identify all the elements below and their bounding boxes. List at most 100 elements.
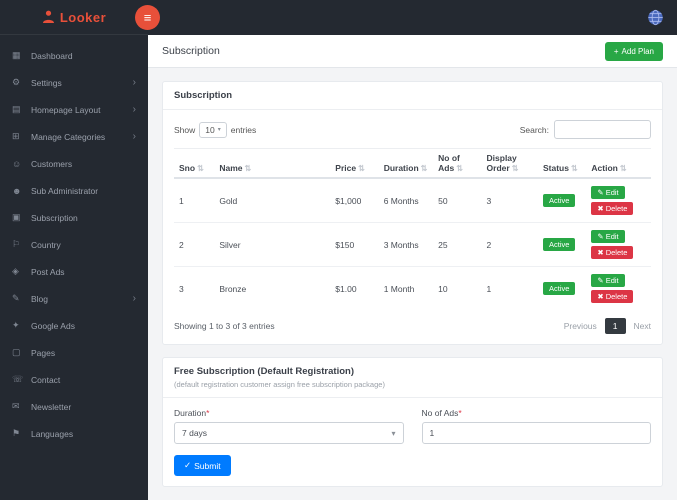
- cell-no-of-ads: 50: [433, 177, 482, 223]
- logo-person-icon: [42, 10, 55, 24]
- entries-select[interactable]: 10 ▾: [199, 121, 227, 138]
- sort-icon: ⇅: [244, 164, 252, 173]
- header-name[interactable]: Name ⇅: [214, 148, 331, 179]
- free-subscription-body: Duration* 7 days ▾ No of Ads* 1 ✓ Submit: [163, 398, 662, 486]
- add-plan-button[interactable]: + Add Plan: [604, 41, 663, 61]
- newsletter-envelope-icon: ✉: [12, 401, 20, 411]
- sub-admin-icon: ☻: [12, 185, 22, 196]
- no-of-ads-input[interactable]: [421, 422, 651, 444]
- duration-label: Duration*: [174, 408, 210, 418]
- main-area: Subscription + Add Plan Subscription Sho…: [148, 35, 677, 500]
- header-price[interactable]: Price ⇅: [330, 148, 379, 179]
- content: Subscription Show 10 ▾ entries Search: S…: [148, 68, 677, 500]
- trash-icon: ✖: [597, 248, 604, 257]
- duration-select[interactable]: 7 days ▾: [174, 422, 404, 444]
- sort-icon: ⇅: [511, 164, 519, 173]
- sort-icon: ⇅: [420, 164, 428, 173]
- chevron-down-icon: ▾: [217, 127, 221, 133]
- cell-price: $150: [330, 222, 379, 267]
- sidebar-item-sub-administrator[interactable]: ☻ Sub Administrator: [0, 177, 148, 204]
- required-asterisk: *: [206, 408, 210, 418]
- sidebar-item-contact[interactable]: ☏ Contact: [0, 366, 148, 393]
- table-row: 2 Silver $150 3 Months 25 2 Active ✎ Edit: [174, 222, 651, 267]
- search-input[interactable]: [554, 120, 651, 139]
- logo[interactable]: Looker: [0, 0, 148, 35]
- sidebar-item-newsletter[interactable]: ✉ Newsletter: [0, 393, 148, 420]
- chevron-right-icon: ›: [132, 77, 136, 88]
- edit-button[interactable]: ✎ Edit: [591, 230, 625, 243]
- search-label: Search:: [519, 124, 549, 135]
- delete-button[interactable]: ✖ Delete: [591, 202, 634, 215]
- trash-icon: ✖: [597, 292, 604, 301]
- layout-icon: ▤: [12, 104, 21, 114]
- blog-icon: ✎: [12, 293, 20, 303]
- sidebar-item-dashboard[interactable]: ▦ Dashboard: [0, 42, 148, 69]
- sidebar-item-google-ads[interactable]: ✦ Google Ads: [0, 312, 148, 339]
- country-flag-icon: ⚐: [12, 239, 21, 249]
- header-status[interactable]: Status ⇅: [538, 148, 587, 179]
- sidebar-item-homepage-layout[interactable]: ▤ Homepage Layout ›: [0, 96, 148, 123]
- sidebar-item-pages[interactable]: ▢ Pages: [0, 339, 148, 366]
- header-duration[interactable]: Duration ⇅: [378, 148, 434, 179]
- languages-icon: ⚑: [12, 428, 21, 438]
- hamburger-menu-icon: ≡: [143, 10, 152, 25]
- chevron-right-icon: ›: [132, 293, 136, 304]
- cell-duration: 1 Month: [378, 266, 434, 310]
- header-sno[interactable]: Sno ⇅: [174, 148, 215, 179]
- sidebar-item-post-ads[interactable]: ◈ Post Ads: [0, 258, 148, 285]
- status-badge: Active: [543, 194, 576, 207]
- cell-sno: 3: [174, 266, 215, 310]
- logo-text: Looker: [59, 9, 107, 25]
- submit-button[interactable]: ✓ Submit: [174, 455, 231, 476]
- sidebar: Looker ▦ Dashboard ⚙ Settings › ▤ Homepa…: [0, 0, 148, 500]
- header-display-order[interactable]: Display Order ⇅: [481, 148, 538, 179]
- delete-button[interactable]: ✖ Delete: [591, 246, 634, 259]
- topbar: [148, 0, 677, 35]
- cell-sno: 2: [174, 222, 215, 267]
- header-action[interactable]: Action ⇅: [586, 148, 651, 179]
- sidebar-item-languages[interactable]: ⚑ Languages: [0, 420, 148, 447]
- free-subscription-title: Free Subscription (Default Registration): [174, 366, 354, 377]
- sidebar-item-subscription[interactable]: ▣ Subscription: [0, 204, 148, 231]
- header-no-of-ads[interactable]: No of Ads ⇅: [433, 148, 482, 179]
- sort-icon: ⇅: [570, 164, 578, 173]
- subscription-card-header: Subscription: [163, 82, 662, 110]
- page-length-control: Show 10 ▾ entries: [174, 121, 256, 138]
- edit-pencil-icon: ✎: [597, 188, 604, 197]
- sort-icon: ⇅: [197, 164, 204, 173]
- sidebar-toggle-button[interactable]: ≡: [135, 5, 160, 30]
- cell-price: $1,000: [330, 177, 379, 223]
- app-window: Looker ▦ Dashboard ⚙ Settings › ▤ Homepa…: [0, 0, 677, 500]
- chevron-right-icon: ›: [132, 131, 136, 142]
- trash-icon: ✖: [597, 204, 604, 213]
- pagination: Previous 1 Next: [564, 318, 651, 334]
- subscription-table: Sno ⇅ Name ⇅ Price ⇅ Duration ⇅ No of Ads ⇅ D…: [174, 148, 651, 310]
- sidebar-item-settings[interactable]: ⚙ Settings ›: [0, 69, 148, 96]
- cell-display-order: 1: [481, 266, 538, 310]
- pages-icon: ▢: [12, 347, 21, 357]
- cell-no-of-ads: 10: [433, 266, 482, 310]
- delete-button[interactable]: ✖ Delete: [591, 290, 634, 303]
- pagination-previous[interactable]: Previous: [564, 321, 597, 331]
- post-ads-icon: ◈: [12, 266, 19, 276]
- required-asterisk: *: [458, 408, 462, 418]
- sidebar-item-blog[interactable]: ✎ Blog ›: [0, 285, 148, 312]
- language-globe-icon[interactable]: [647, 9, 664, 26]
- edit-button[interactable]: ✎ Edit: [591, 274, 625, 287]
- subscription-card: Subscription Show 10 ▾ entries Search: S…: [162, 81, 663, 345]
- google-ads-icon: ✦: [12, 320, 20, 330]
- pagination-page-1[interactable]: 1: [604, 318, 626, 334]
- edit-button[interactable]: ✎ Edit: [591, 186, 625, 199]
- sidebar-item-manage-categories[interactable]: ⊞ Manage Categories ›: [0, 123, 148, 150]
- dashboard-icon: ▦: [12, 50, 21, 60]
- edit-pencil-icon: ✎: [597, 232, 604, 241]
- sidebar-item-customers[interactable]: ☺ Customers: [0, 150, 148, 177]
- sidebar-item-country[interactable]: ⚐ Country: [0, 231, 148, 258]
- cell-price: $1.00: [330, 266, 379, 310]
- table-row: 3 Bronze $1.00 1 Month 10 1 Active ✎ Edit: [174, 266, 651, 310]
- cell-display-order: 3: [481, 177, 538, 223]
- customers-icon: ☺: [12, 158, 22, 169]
- free-subscription-card: Free Subscription (Default Registration)…: [162, 357, 663, 487]
- pagination-next[interactable]: Next: [634, 321, 651, 331]
- no-of-ads-label: No of Ads*: [421, 408, 462, 418]
